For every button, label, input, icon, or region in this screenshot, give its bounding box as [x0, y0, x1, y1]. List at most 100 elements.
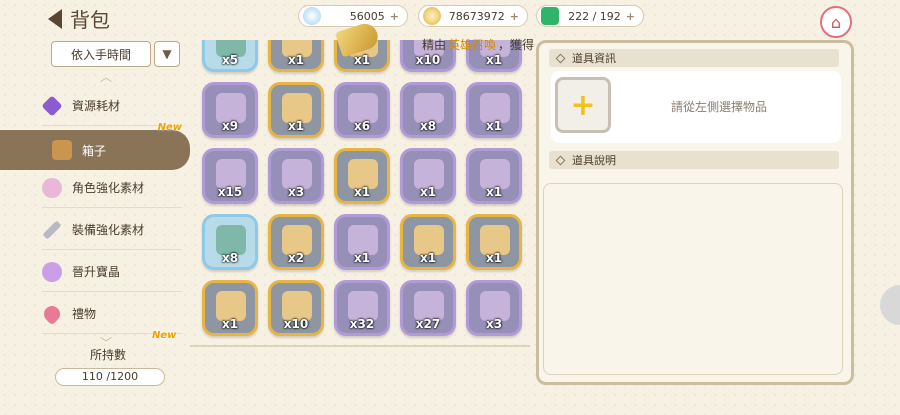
- item-quantity: x6: [353, 119, 371, 133]
- item-quantity: x1: [287, 53, 305, 67]
- sidebar-item-label: 資源耗材: [72, 99, 121, 113]
- sort-dropdown[interactable]: 依入手時間: [51, 41, 151, 67]
- hold-count-label: 所持數: [90, 348, 127, 362]
- item-quantity: x1: [485, 251, 503, 265]
- item-quantity: x10: [415, 53, 441, 67]
- page-title: 背包: [70, 8, 110, 32]
- sidebar-item-label: 裝備強化素材: [72, 223, 145, 237]
- item-slot[interactable]: x1: [268, 82, 324, 138]
- item-quantity: x1: [287, 119, 305, 133]
- sidebar-item-label: 角色強化素材: [72, 181, 145, 195]
- notice-highlight: 英雄召喚: [448, 37, 497, 52]
- sidebar-item-label: 箱子: [82, 143, 107, 158]
- add-coin-icon[interactable]: +: [510, 10, 519, 23]
- item-quantity: x3: [485, 317, 503, 331]
- notice-text: ，獲得: [498, 37, 535, 52]
- character-material-icon: [42, 177, 62, 198]
- item-slot[interactable]: x10: [268, 280, 324, 336]
- plus-icon: +: [570, 87, 596, 123]
- item-quantity: x32: [349, 317, 375, 331]
- item-quantity: x15: [217, 185, 243, 199]
- promotion-crystal-icon: [42, 261, 62, 282]
- item-quantity: x5: [221, 53, 239, 67]
- item-quantity: x1: [485, 119, 503, 133]
- sidebar-item-gifts[interactable]: 禮物: [40, 294, 182, 334]
- item-quantity: x1: [353, 251, 371, 265]
- notice-text: 精由: [422, 37, 447, 52]
- home-icon: ⌂: [830, 12, 842, 32]
- item-slot[interactable]: x8: [400, 82, 456, 138]
- item-slot[interactable]: x1: [334, 148, 390, 204]
- item-slot[interactable]: x3: [268, 148, 324, 204]
- item-slot[interactable]: x1: [202, 280, 258, 336]
- item-slot[interactable]: x15: [202, 148, 258, 204]
- item-slot[interactable]: x6: [334, 82, 390, 138]
- description-box: [543, 183, 843, 375]
- stamina-value: 222 / 192: [568, 9, 621, 23]
- item-quantity: x3: [287, 185, 305, 199]
- diamond-icon: [555, 155, 566, 165]
- item-slot[interactable]: x1: [268, 40, 324, 72]
- home-button[interactable]: ⌂: [820, 6, 852, 38]
- gem-currency[interactable]: 56005 +: [298, 5, 408, 27]
- item-slot[interactable]: x1: [400, 214, 456, 270]
- item-slot[interactable]: x1: [334, 214, 390, 270]
- item-slot[interactable]: x5: [202, 40, 258, 72]
- item-info-box: + 請從左側選擇物品: [551, 71, 841, 143]
- sidebar-item-equipment-material[interactable]: 裝備強化素材: [42, 210, 182, 250]
- item-quantity: x8: [221, 251, 239, 265]
- item-quantity: x9: [221, 119, 239, 133]
- item-slot[interactable]: x8: [202, 214, 258, 270]
- sidebar-item-label: 禮物: [72, 307, 97, 321]
- description-header: 道具說明: [549, 151, 839, 169]
- item-quantity: x1: [485, 53, 503, 67]
- sidebar-item-promotion-crystal[interactable]: 晉升寶晶: [42, 252, 182, 292]
- sidebar-item-label: 晉升寶晶: [72, 265, 121, 279]
- empty-item-slot[interactable]: +: [555, 77, 611, 133]
- sort-toggle-button[interactable]: ▼: [154, 41, 180, 67]
- info-header-label: 道具資訊: [572, 52, 616, 65]
- item-quantity: x8: [419, 119, 437, 133]
- item-slot[interactable]: x32: [334, 280, 390, 336]
- item-quantity: x1: [221, 317, 239, 331]
- item-quantity: x1: [353, 185, 371, 199]
- item-quantity: x27: [415, 317, 441, 331]
- stamina-icon: [541, 7, 559, 25]
- back-button[interactable]: 背包: [48, 4, 110, 33]
- item-slot[interactable]: x1: [466, 82, 522, 138]
- add-gem-icon[interactable]: +: [390, 10, 399, 23]
- item-slot[interactable]: x1: [466, 148, 522, 204]
- item-quantity: x10: [283, 317, 309, 331]
- hold-count-value: 110 /1200: [55, 368, 165, 386]
- new-badge: New: [157, 122, 182, 133]
- item-slot[interactable]: x1: [400, 148, 456, 204]
- back-arrow-icon: [48, 8, 62, 29]
- sidebar-item-character-material[interactable]: 角色強化素材: [42, 168, 182, 208]
- item-slot[interactable]: x27: [400, 280, 456, 336]
- sidebar-item-resources[interactable]: 資源耗材: [41, 86, 182, 126]
- diamond-icon: [555, 53, 566, 63]
- box-icon: [52, 140, 72, 160]
- heart-gift-icon: [40, 302, 64, 325]
- select-item-hint: 請從左側選擇物品: [671, 100, 768, 114]
- item-detail-panel: 道具資訊 + 請從左側選擇物品 道具說明: [536, 40, 854, 385]
- item-quantity: x1: [485, 185, 503, 199]
- crystal-icon: [41, 94, 63, 117]
- add-stamina-icon[interactable]: +: [626, 10, 635, 23]
- coin-value: 78673972: [448, 9, 505, 23]
- sword-icon: [42, 219, 62, 240]
- item-slot[interactable]: x2: [268, 214, 324, 270]
- coin-icon: [423, 7, 441, 25]
- gem-value: 56005: [349, 9, 385, 23]
- item-quantity: x1: [419, 251, 437, 265]
- stamina-currency[interactable]: 222 / 192 +: [536, 5, 644, 27]
- item-slot[interactable]: x1: [466, 214, 522, 270]
- scroll-up-icon[interactable]: ︿: [100, 68, 112, 85]
- chevron-down-icon: ▼: [162, 47, 172, 61]
- item-slot[interactable]: x3: [466, 280, 522, 336]
- sidebar-item-boxes[interactable]: 箱子 New: [0, 122, 190, 170]
- grid-divider: [190, 345, 530, 347]
- item-slot[interactable]: x9: [202, 82, 258, 138]
- coin-currency[interactable]: 78673972 +: [418, 5, 528, 27]
- gem-icon: [303, 7, 321, 25]
